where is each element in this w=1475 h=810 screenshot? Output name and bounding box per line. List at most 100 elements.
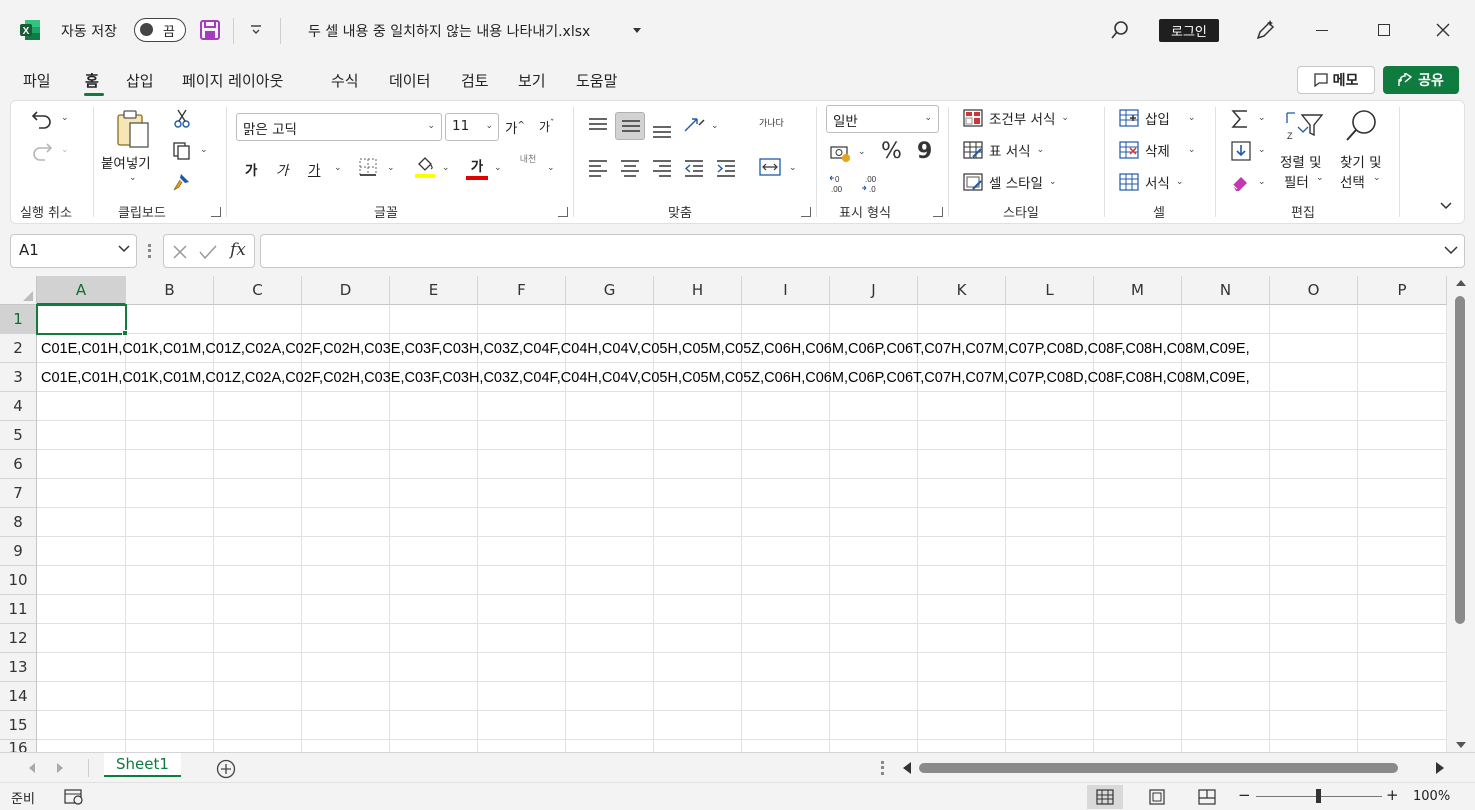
confirm-entry-icon[interactable]	[199, 244, 217, 260]
wrap-text-button[interactable]: 가나다	[759, 119, 784, 129]
align-right-icon[interactable]	[652, 159, 672, 177]
page-break-view-button[interactable]	[1189, 785, 1225, 809]
decrease-indent-icon[interactable]	[684, 159, 704, 177]
designer-pen-icon[interactable]	[1253, 18, 1277, 42]
sort-filter-chevron-icon[interactable]: ⌄	[1316, 173, 1324, 183]
zoom-in-button[interactable]: +	[1386, 786, 1399, 804]
cell-styles-button[interactable]: 셀 스타일 ⌄	[963, 172, 1057, 192]
fill-handle[interactable]	[122, 330, 128, 336]
scroll-right-icon[interactable]	[1436, 762, 1444, 774]
find-select-label-1[interactable]: 찾기 및	[1340, 151, 1382, 171]
font-name-combo[interactable]: 맑은 고딕 ⌄	[236, 113, 442, 141]
name-box[interactable]: A1	[10, 234, 137, 268]
fill-color-icon[interactable]	[414, 155, 436, 179]
save-icon[interactable]	[199, 19, 221, 41]
collapse-ribbon-chevron-icon[interactable]	[1439, 201, 1453, 211]
underline-button[interactable]: 가	[308, 159, 320, 179]
paste-icon[interactable]	[114, 109, 154, 149]
align-top-icon[interactable]	[588, 117, 608, 133]
orientation-icon[interactable]	[683, 115, 707, 135]
tab-help[interactable]: 도움말	[576, 70, 617, 91]
horizontal-scroll-thumb[interactable]	[919, 763, 1398, 773]
format-cells-button[interactable]: 서식 ⌄	[1119, 172, 1183, 192]
insert-function-button[interactable]: fx	[230, 240, 246, 260]
maximize-icon[interactable]	[1378, 24, 1390, 36]
borders-chevron-icon[interactable]: ⌄	[387, 163, 395, 173]
worksheet-grid[interactable]: A B C D E F G H I J K L M N O P 1 2 3 4 …	[0, 276, 1475, 752]
customize-qat-icon[interactable]	[250, 25, 262, 35]
comma-style-button[interactable]: 9	[917, 139, 932, 164]
share-button[interactable]: 공유	[1383, 66, 1459, 94]
tab-formulas[interactable]: 수식	[331, 70, 359, 91]
prev-sheet-icon[interactable]	[28, 763, 36, 773]
font-launcher-icon[interactable]	[558, 207, 568, 217]
grow-font-button[interactable]: 가^	[505, 117, 525, 138]
tab-split-grip-icon[interactable]	[881, 761, 884, 775]
insert-cells-button[interactable]: 삽입 ⌄	[1119, 108, 1195, 128]
tab-data[interactable]: 데이터	[389, 70, 430, 91]
borders-icon[interactable]	[358, 157, 378, 177]
increase-indent-icon[interactable]	[716, 159, 736, 177]
font-color-button[interactable]: 가	[466, 155, 488, 180]
phonetic-chevron-icon[interactable]: ⌄	[547, 163, 555, 173]
fill-icon[interactable]	[1231, 141, 1251, 161]
underline-chevron-icon[interactable]: ⌄	[334, 163, 342, 173]
clear-chevron-icon[interactable]: ⌄	[1258, 177, 1266, 187]
tab-file[interactable]: 파일	[23, 70, 51, 91]
number-launcher-icon[interactable]	[933, 207, 943, 217]
login-button[interactable]: 로그인	[1159, 19, 1219, 42]
find-select-label-2[interactable]: 선택	[1340, 171, 1365, 191]
formula-input[interactable]	[260, 234, 1465, 268]
search-icon[interactable]	[1110, 20, 1130, 40]
autosave-toggle[interactable]: 끔	[134, 18, 186, 42]
percent-style-button[interactable]: %	[881, 139, 902, 164]
fill-chevron-icon[interactable]: ⌄	[1258, 145, 1266, 155]
increase-decimal-icon[interactable]: 0.00	[829, 173, 853, 195]
font-color-chevron-icon[interactable]: ⌄	[494, 163, 502, 173]
minimize-icon[interactable]	[1316, 30, 1328, 32]
vertical-scroll-thumb[interactable]	[1455, 296, 1465, 624]
copy-icon[interactable]	[172, 141, 192, 161]
scroll-up-icon[interactable]	[1456, 280, 1466, 286]
shrink-font-button[interactable]: 가ˇ	[539, 118, 555, 135]
next-sheet-icon[interactable]	[56, 763, 64, 773]
merge-center-icon[interactable]	[759, 157, 781, 177]
number-format-combo[interactable]: 일반 ⌄	[826, 105, 939, 133]
italic-button[interactable]: 가	[276, 159, 288, 179]
zoom-slider-thumb[interactable]	[1316, 789, 1321, 803]
accounting-format-icon[interactable]	[829, 143, 853, 163]
clipboard-launcher-icon[interactable]	[211, 207, 221, 217]
align-center-icon[interactable]	[620, 159, 640, 177]
find-select-icon[interactable]	[1344, 107, 1380, 143]
autosum-icon[interactable]	[1231, 109, 1249, 129]
undo-icon[interactable]	[31, 109, 53, 129]
autosum-chevron-icon[interactable]: ⌄	[1258, 113, 1266, 123]
paste-label[interactable]: 붙여넣기	[101, 152, 151, 172]
font-size-combo[interactable]: 11 ⌄	[445, 113, 499, 141]
tab-home[interactable]: 홈	[85, 70, 99, 91]
zoom-out-button[interactable]: −	[1238, 786, 1251, 804]
sort-filter-label-1[interactable]: 정렬 및	[1280, 151, 1322, 171]
align-middle-button[interactable]	[615, 112, 645, 140]
expand-formula-bar-chevron-icon[interactable]	[1444, 246, 1458, 255]
sort-filter-label-2[interactable]: 필터	[1284, 171, 1309, 191]
cell-a3[interactable]: C01E,C01H,C01K,C01M,C01Z,C02A,C02F,C02H,…	[41, 364, 1250, 392]
fill-color-chevron-icon[interactable]: ⌄	[442, 163, 450, 173]
tab-view[interactable]: 보기	[518, 70, 546, 91]
cell-area[interactable]: C01E,C01H,C01K,C01M,C01Z,C02A,C02F,C02H,…	[0, 276, 1447, 752]
align-bottom-icon[interactable]	[652, 123, 672, 139]
orientation-chevron-icon[interactable]: ⌄	[711, 121, 719, 131]
sheet-tab-sheet1[interactable]: Sheet1	[104, 753, 181, 777]
normal-view-button[interactable]	[1087, 785, 1123, 809]
decrease-decimal-icon[interactable]: .00.0	[861, 173, 885, 195]
tab-insert[interactable]: 삽입	[126, 70, 154, 91]
cell-a2[interactable]: C01E,C01H,C01K,C01M,C01Z,C02A,C02F,C02H,…	[41, 335, 1250, 363]
conditional-format-button[interactable]: 조건부 서식 ⌄	[963, 108, 1069, 128]
redo-icon[interactable]	[31, 141, 53, 161]
file-menu-chevron-icon[interactable]	[633, 28, 641, 33]
close-icon[interactable]	[1436, 23, 1450, 37]
active-cell-a1[interactable]	[36, 304, 127, 335]
format-painter-icon[interactable]	[172, 172, 192, 192]
find-select-chevron-icon[interactable]: ⌄	[1373, 173, 1381, 183]
add-sheet-icon[interactable]	[216, 759, 236, 779]
